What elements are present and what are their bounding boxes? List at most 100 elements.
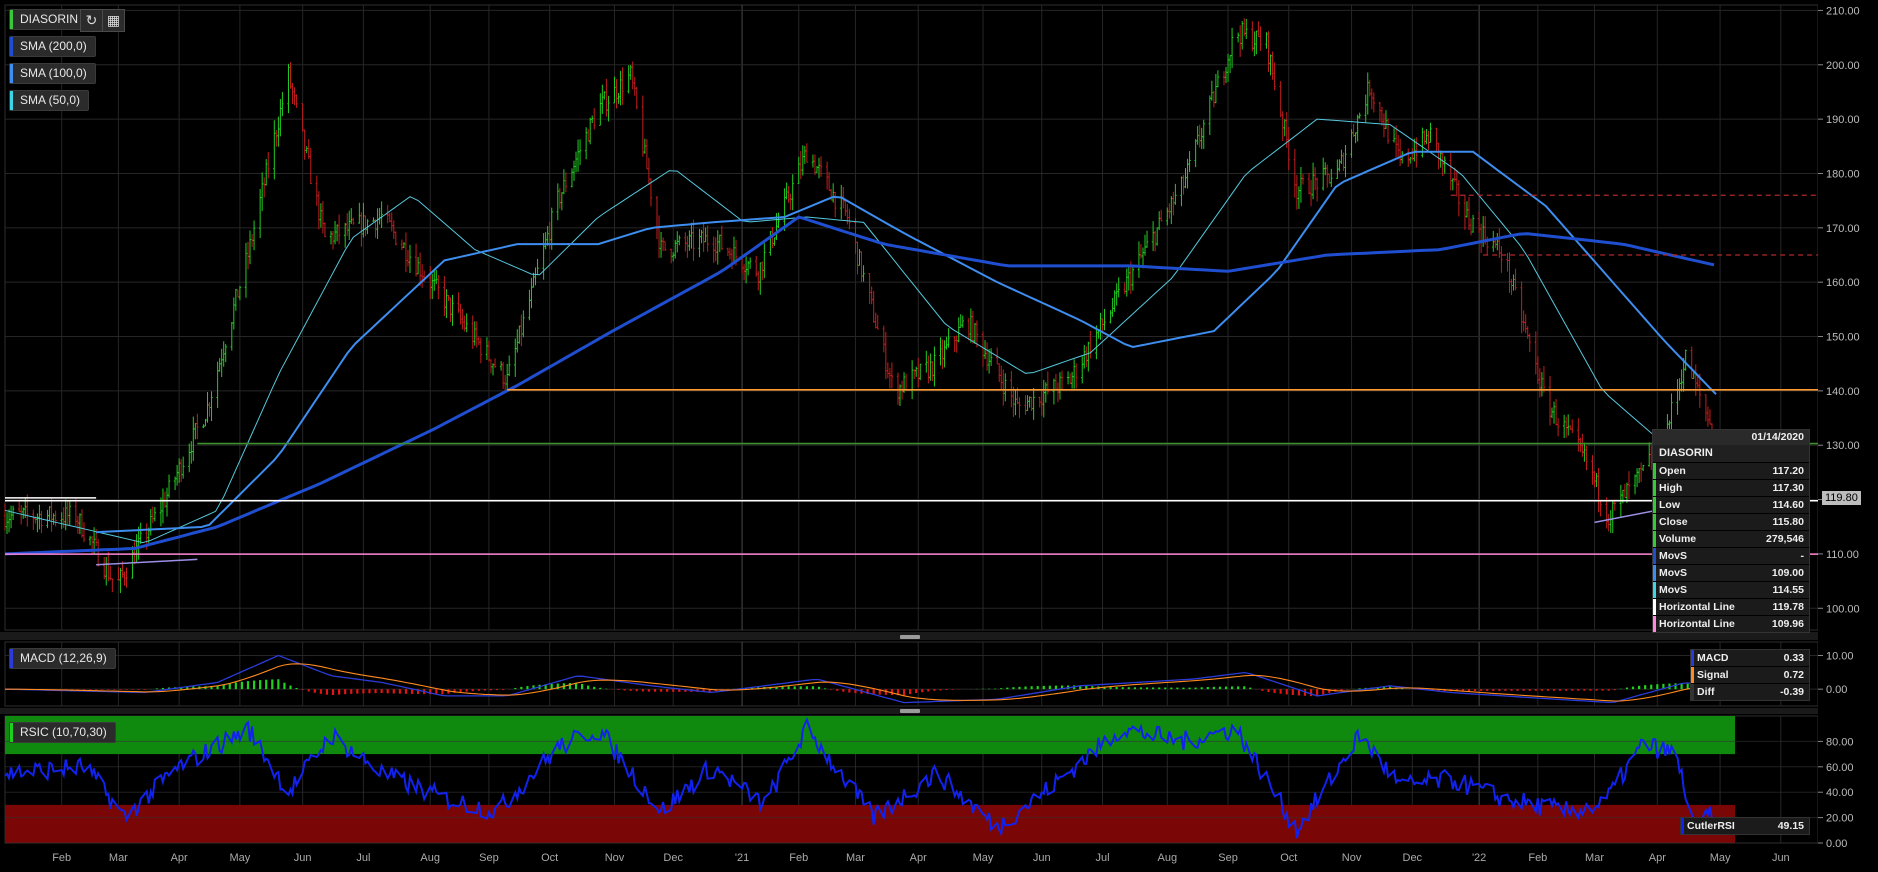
row-label: MovS [1659, 584, 1688, 596]
rsi-tick-label: 20.00 [1826, 813, 1854, 825]
row-label: Diff [1697, 686, 1715, 698]
indicator-label: SMA (50,0) [20, 93, 81, 107]
row-label: Horizontal Line [1659, 601, 1735, 613]
data-window-date: 01/14/2020 [1653, 430, 1809, 445]
macd-data-row: Diff -0.39 [1691, 683, 1809, 700]
x-tick-label: Oct [1280, 852, 1297, 864]
x-tick-label: '21 [735, 852, 749, 864]
rsi-oversold-zone [5, 804, 1735, 843]
x-tick-label: Jul [356, 852, 370, 864]
y-tick-label: 170.00 [1826, 223, 1860, 235]
x-tick-label: Mar [1585, 852, 1604, 864]
price-tag: 119.80 [1822, 491, 1861, 505]
row-swatch [1653, 565, 1656, 581]
row-value: 114.60 [1772, 499, 1804, 511]
x-tick-label: Jun [1772, 852, 1790, 864]
indicator-sma-200[interactable]: SMA (200,0) [9, 36, 96, 57]
row-swatch [1691, 650, 1694, 666]
x-tick-label: Dec [1403, 852, 1423, 864]
refresh-button[interactable]: ↻ [80, 9, 103, 32]
calendar-icon: ▦ [106, 12, 121, 28]
macd-swatch [10, 649, 13, 668]
y-tick-label: 190.00 [1826, 114, 1860, 126]
panel-splitter [0, 632, 1878, 640]
symbol-swatch [10, 10, 13, 29]
indicator-swatch [10, 91, 13, 110]
rsi-overbought-zone [5, 716, 1735, 755]
row-swatch [1653, 497, 1656, 513]
y-tick-label: 130.00 [1826, 440, 1860, 452]
x-tick-label: May [1710, 852, 1731, 864]
data-window-row: MovS - [1653, 547, 1809, 564]
rsi-label: RSIC (10,70,30) [20, 725, 107, 739]
row-label: MovS [1659, 550, 1688, 562]
row-value: 119.78 [1772, 601, 1804, 613]
indicator-label: SMA (200,0) [20, 39, 87, 53]
macd-data-row: Signal 0.72 [1691, 666, 1809, 683]
price-panel [4, 4, 1819, 631]
data-window-row: Low 114.60 [1653, 496, 1809, 513]
y-tick-label: 140.00 [1826, 386, 1860, 398]
rsi-label-pill[interactable]: RSIC (10,70,30) [9, 722, 116, 743]
rsi-tick-label: 0.00 [1826, 838, 1847, 850]
indicator-swatch [10, 64, 13, 83]
rsi-tick-label: 40.00 [1826, 787, 1854, 799]
row-value: 279,546 [1766, 533, 1804, 545]
row-value: 115.80 [1772, 516, 1804, 528]
row-value: 117.30 [1772, 482, 1804, 494]
y-tick-label: 200.00 [1826, 60, 1860, 72]
splitter-handle [900, 709, 920, 713]
x-tick-label: May [229, 852, 250, 864]
symbol-label: DIASORIN [20, 12, 79, 26]
data-window-symbol: DIASORIN [1653, 445, 1809, 462]
row-swatch [1653, 599, 1656, 615]
row-label: Volume [1659, 533, 1697, 545]
x-tick-label: Nov [1342, 852, 1362, 864]
x-tick-label: Sep [479, 852, 499, 864]
data-window-rows: Open 117.20 High 117.30 Low 114.60 Close 115.80… [1653, 462, 1809, 632]
data-window-row: Open 117.20 [1653, 462, 1809, 479]
row-label: Close [1659, 516, 1688, 528]
x-tick-label: Nov [605, 852, 625, 864]
x-tick-label: Feb [789, 852, 808, 864]
rsi-data-label: CutlerRSI [1687, 820, 1735, 832]
calendar-button[interactable]: ▦ [102, 9, 125, 32]
row-swatch [1653, 616, 1656, 632]
indicator-sma-50[interactable]: SMA (50,0) [9, 90, 90, 111]
row-swatch [1653, 531, 1656, 547]
x-tick-label: '22 [1472, 852, 1486, 864]
refresh-icon: ↻ [85, 12, 98, 28]
rsi-data-value: 49.15 [1777, 820, 1804, 832]
rsi-data-row: CutlerRSI 49.15 [1681, 818, 1809, 834]
row-value: -0.39 [1780, 686, 1804, 698]
indicator-sma-100[interactable]: SMA (100,0) [9, 63, 96, 84]
row-label: Low [1659, 499, 1680, 511]
x-tick-label: Aug [420, 852, 440, 864]
y-tick-label: 150.00 [1826, 332, 1860, 344]
macd-label: MACD (12,26,9) [20, 651, 107, 665]
data-window-row: Volume 279,546 [1653, 530, 1809, 547]
rsi-data-swatch [1681, 818, 1684, 834]
chart-canvas[interactable]: Feb Mar Apr May Jun Jul Aug Sep Oct Nov Dec '21 Feb M… [0, 0, 1878, 872]
rsi-tick-label: 60.00 [1826, 762, 1854, 774]
indicator-label: SMA (100,0) [20, 66, 87, 80]
row-swatch [1653, 514, 1656, 530]
row-swatch [1653, 463, 1656, 479]
x-tick-label: Feb [1528, 852, 1547, 864]
macd-data-rows: MACD 0.33 Signal 0.72 Diff -0.39 [1691, 650, 1809, 700]
x-tick-label: Jun [294, 852, 312, 864]
macd-label-pill[interactable]: MACD (12,26,9) [9, 648, 116, 669]
y-tick-label: 210.00 [1826, 5, 1860, 17]
data-window-row: Close 115.80 [1653, 513, 1809, 530]
row-swatch [1653, 582, 1656, 598]
x-tick-label: Jul [1095, 852, 1109, 864]
row-label: Horizontal Line [1659, 618, 1735, 630]
row-label: MACD [1697, 652, 1729, 664]
rsi-data-window: CutlerRSI 49.15 [1680, 817, 1810, 835]
symbol-pill[interactable]: DIASORIN [9, 9, 91, 30]
macd-data-row: MACD 0.33 [1691, 650, 1809, 666]
x-tick-label: Mar [109, 852, 128, 864]
row-value: 109.00 [1771, 567, 1804, 579]
x-tick-label: Sep [1218, 852, 1238, 864]
rsi-tick-label: 80.00 [1826, 736, 1854, 748]
